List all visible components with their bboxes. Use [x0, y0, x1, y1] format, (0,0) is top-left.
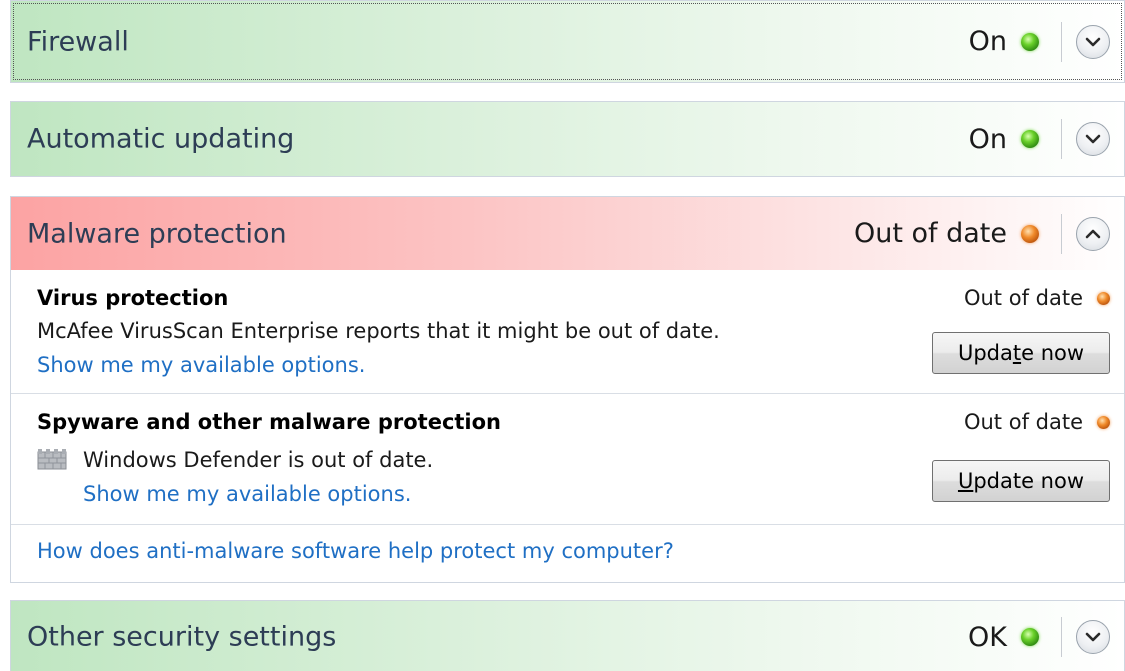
automatic-updating-title: Automatic updating: [27, 123, 295, 155]
malware-protection-status-text: Out of date: [853, 218, 1007, 249]
spyware-protection-subsection: Spyware and other malware protection Win…: [11, 393, 1124, 524]
other-security-settings-title: Other security settings: [27, 621, 337, 653]
button-accelerator-key: t: [1012, 341, 1022, 365]
spyware-protection-title: Spyware and other malware protection: [37, 410, 502, 434]
orange-status-icon: [1021, 224, 1039, 243]
malware-protection-section: Malware protection Out of date Virus pro…: [10, 196, 1125, 583]
automatic-updating-status-area: On: [969, 102, 1124, 176]
security-center-panel: Firewall On Automatic updating On Malwar…: [0, 0, 1125, 671]
virus-protection-description: McAfee VirusScan Enterprise reports that…: [37, 319, 720, 343]
orange-status-icon: [1097, 415, 1110, 429]
header-divider: [1061, 21, 1062, 62]
chevron-down-icon[interactable]: [1076, 122, 1110, 156]
firewall-header[interactable]: Firewall On: [11, 1, 1124, 82]
malware-protection-title: Malware protection: [27, 218, 287, 249]
button-label-part: pdate now: [973, 469, 1085, 493]
anti-malware-help-row: How does anti-malware software help prot…: [11, 524, 1124, 580]
button-label-part: Upda: [957, 341, 1013, 365]
firewall-title: Firewall: [27, 26, 129, 57]
header-divider: [1061, 617, 1062, 657]
other-security-settings-status-text: OK: [968, 621, 1007, 653]
firewall-status-text: On: [968, 26, 1007, 57]
malware-protection-status-area: Out of date: [854, 197, 1124, 270]
virus-protection-subsection: Virus protection McAfee VirusScan Enterp…: [11, 270, 1124, 393]
anti-malware-help-link[interactable]: How does anti-malware software help prot…: [37, 539, 674, 563]
malware-protection-header[interactable]: Malware protection Out of date: [11, 197, 1124, 270]
button-label-part: e now: [1021, 341, 1085, 365]
button-accelerator-key: U: [957, 469, 974, 493]
header-divider: [1061, 119, 1062, 159]
spyware-protection-status-text: Out of date: [963, 410, 1083, 434]
other-security-settings-header[interactable]: Other security settings OK: [11, 601, 1124, 671]
automatic-updating-status-text: On: [968, 123, 1007, 155]
chevron-up-icon[interactable]: [1076, 216, 1110, 251]
green-status-icon: [1021, 628, 1039, 646]
virus-protection-status-text: Out of date: [963, 286, 1083, 310]
other-security-settings-section: Other security settings OK: [10, 600, 1125, 671]
spyware-protection-status: Out of date: [964, 410, 1110, 434]
virus-protection-title: Virus protection: [37, 286, 229, 310]
spyware-protection-description: Windows Defender is out of date.: [83, 448, 434, 472]
windows-defender-icon: [37, 449, 67, 470]
chevron-down-icon[interactable]: [1076, 24, 1110, 59]
spyware-update-now-button[interactable]: Update now: [932, 460, 1110, 502]
other-security-settings-status-area: OK: [968, 601, 1124, 671]
spyware-options-link[interactable]: Show me my available options.: [83, 482, 411, 506]
chevron-down-icon[interactable]: [1076, 620, 1110, 654]
firewall-status-area: On: [969, 1, 1124, 82]
orange-status-icon: [1097, 291, 1110, 305]
virus-protection-status: Out of date: [964, 286, 1110, 310]
green-status-icon: [1021, 32, 1039, 51]
automatic-updating-header[interactable]: Automatic updating On: [11, 102, 1124, 176]
automatic-updating-section: Automatic updating On: [10, 101, 1125, 177]
green-status-icon: [1021, 130, 1039, 148]
header-divider: [1061, 213, 1062, 254]
virus-options-link[interactable]: Show me my available options.: [37, 353, 365, 377]
firewall-section: Firewall On: [10, 0, 1125, 83]
virus-update-now-button[interactable]: Update now: [932, 332, 1110, 374]
